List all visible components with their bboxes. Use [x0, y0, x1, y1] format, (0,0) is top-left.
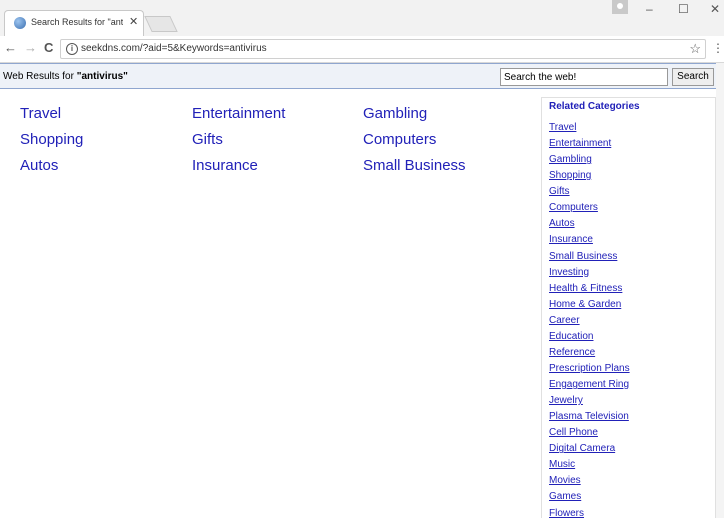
category-link[interactable]: Computers — [363, 131, 436, 148]
profile-icon[interactable] — [612, 0, 628, 14]
category-link[interactable]: Small Business — [363, 157, 466, 174]
related-category-link[interactable]: Cell Phone — [549, 427, 598, 438]
related-category-link[interactable]: Digital Camera — [549, 443, 615, 454]
forward-icon[interactable]: → — [24, 40, 37, 55]
back-icon[interactable]: ← — [4, 40, 17, 55]
results-header: Web Results for "antivirus" Search — [0, 63, 716, 89]
related-category-link[interactable]: Music — [549, 459, 575, 470]
reload-icon[interactable]: C — [44, 40, 53, 55]
related-category-link[interactable]: Small Business — [549, 251, 617, 262]
browser-toolbar: ← → C i seekdns.com/?aid=5&Keywords=anti… — [0, 36, 724, 63]
category-link[interactable]: Autos — [20, 157, 58, 174]
category-link[interactable]: Insurance — [192, 157, 258, 174]
related-category-link[interactable]: Shopping — [549, 170, 591, 181]
related-category-item: Home & Garden — [549, 299, 630, 315]
related-category-link[interactable]: Home & Garden — [549, 299, 621, 310]
related-category-item: Shopping — [549, 170, 630, 186]
new-tab-button[interactable] — [144, 16, 178, 32]
related-category-link[interactable]: Movies — [549, 475, 581, 486]
related-category-link[interactable]: Gambling — [549, 154, 592, 165]
related-category-item: Movies — [549, 475, 630, 491]
related-category-link[interactable]: Jewelry — [549, 395, 583, 406]
related-category-item: Engagement Ring — [549, 379, 630, 395]
related-category-link[interactable]: Reference — [549, 347, 595, 358]
search-input[interactable] — [500, 68, 668, 86]
tab-title: Search Results for "antivi — [31, 17, 123, 27]
page-content: Web Results for "antivirus" Search Trave… — [0, 63, 724, 519]
info-icon[interactable]: i — [66, 43, 78, 55]
related-category-link[interactable]: Flowers — [549, 508, 584, 519]
related-category-item: Cell Phone — [549, 427, 630, 443]
related-category-link[interactable]: Entertainment — [549, 138, 611, 149]
related-category-item: Flowers — [549, 508, 630, 524]
category-link[interactable]: Gifts — [192, 131, 223, 148]
related-category-item: Gambling — [549, 154, 630, 170]
category-link[interactable]: Entertainment — [192, 105, 285, 122]
related-category-item: Insurance — [549, 234, 630, 250]
related-category-item: Health & Fitness — [549, 283, 630, 299]
category-link[interactable]: Gambling — [363, 105, 427, 122]
menu-icon[interactable]: ⋮ — [712, 41, 724, 55]
globe-icon — [14, 17, 26, 29]
minimize-icon[interactable]: – — [646, 2, 653, 16]
related-category-link[interactable]: Autos — [549, 218, 575, 229]
related-category-link[interactable]: Gifts — [549, 186, 570, 197]
category-link[interactable]: Shopping — [20, 131, 83, 148]
search-button[interactable]: Search — [672, 68, 714, 86]
related-categories-list: Travel Entertainment Gambling Shopping Gifts… — [549, 122, 630, 524]
related-category-item: Gifts — [549, 186, 630, 202]
browser-tab[interactable]: Search Results for "antivi ✕ — [4, 10, 144, 36]
star-icon[interactable]: ☆ — [689, 41, 701, 57]
related-category-link[interactable]: Insurance — [549, 234, 593, 245]
related-category-item: Reference — [549, 347, 630, 363]
related-category-link[interactable]: Plasma Television — [549, 411, 629, 422]
related-category-link[interactable]: Career — [549, 315, 580, 326]
related-category-link[interactable]: Games — [549, 491, 581, 502]
related-category-item: Career — [549, 315, 630, 331]
close-window-icon[interactable]: ✕ — [710, 2, 720, 16]
related-category-item: Jewelry — [549, 395, 630, 411]
related-category-link[interactable]: Prescription Plans — [549, 363, 630, 374]
related-category-item: Education — [549, 331, 630, 347]
related-category-link[interactable]: Investing — [549, 267, 589, 278]
results-label: Web Results for "antivirus" — [3, 71, 128, 82]
related-category-item: Small Business — [549, 251, 630, 267]
related-category-item: Plasma Television — [549, 411, 630, 427]
related-category-item: Games — [549, 491, 630, 507]
category-link[interactable]: Travel — [20, 105, 61, 122]
related-category-item: Music — [549, 459, 630, 475]
related-category-link[interactable]: Computers — [549, 202, 598, 213]
results-prefix: Web Results for — [3, 71, 77, 82]
scrollbar[interactable] — [716, 63, 724, 518]
related-category-item: Travel — [549, 122, 630, 138]
query-text: "antivirus" — [76, 71, 128, 82]
address-bar[interactable]: i seekdns.com/?aid=5&Keywords=antivirus … — [60, 39, 706, 59]
related-category-item: Prescription Plans — [549, 363, 630, 379]
url-text[interactable]: seekdns.com/?aid=5&Keywords=antivirus — [81, 43, 267, 54]
related-category-item: Digital Camera — [549, 443, 630, 459]
tab-strip: Search Results for "antivi ✕ – ☐ ✕ — [0, 0, 724, 36]
related-category-item: Entertainment — [549, 138, 630, 154]
related-categories-title: Related Categories — [549, 101, 640, 112]
related-category-item: Autos — [549, 218, 630, 234]
close-tab-icon[interactable]: ✕ — [129, 15, 138, 28]
related-category-link[interactable]: Education — [549, 331, 593, 342]
related-category-link[interactable]: Engagement Ring — [549, 379, 629, 390]
related-category-link[interactable]: Travel — [549, 122, 576, 133]
related-category-item: Computers — [549, 202, 630, 218]
maximize-icon[interactable]: ☐ — [678, 2, 689, 16]
related-categories-panel: Related Categories Travel Entertainment Ga… — [541, 97, 716, 519]
related-category-item: Investing — [549, 267, 630, 283]
related-category-link[interactable]: Health & Fitness — [549, 283, 622, 294]
